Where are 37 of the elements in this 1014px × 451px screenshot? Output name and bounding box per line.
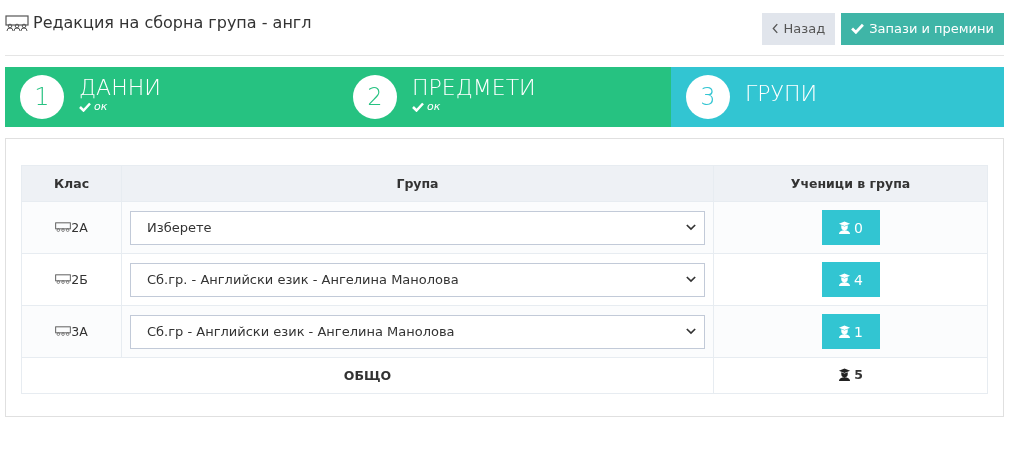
total-students: 5 xyxy=(838,367,863,382)
group-select[interactable]: Сб.гр - Английски език - Ангелина Манолова xyxy=(130,314,705,349)
column-header: Ученици в група xyxy=(713,165,988,202)
column-header: Група xyxy=(121,165,714,202)
class-name: 2Б xyxy=(55,271,88,287)
group-select[interactable]: Сб.гр. - Английски език - Ангелина Манолова xyxy=(130,262,705,297)
step-number: 1 xyxy=(20,75,64,119)
back-button[interactable]: Назад xyxy=(761,12,836,45)
group-select[interactable]: Изберете xyxy=(130,210,705,245)
chevron-down-icon xyxy=(686,276,696,283)
step-label: ГРУПИ xyxy=(745,81,818,107)
class-name: 2А xyxy=(55,219,88,235)
save-button[interactable]: Запази и премини xyxy=(841,12,1004,45)
graduate-icon xyxy=(838,221,852,234)
step-status: ок xyxy=(79,101,161,113)
graduate-icon xyxy=(838,325,852,338)
wizard-step[interactable]: 1 ДАННИ ок xyxy=(5,67,338,127)
step-status: ок xyxy=(412,101,536,113)
check-icon xyxy=(851,23,865,34)
graduate-icon xyxy=(838,273,852,286)
wizard-step[interactable]: 2 ПРЕДМЕТИ ок xyxy=(338,67,671,127)
chevron-down-icon xyxy=(686,328,696,335)
step-number: 3 xyxy=(686,75,730,119)
class-name: 3А xyxy=(55,323,88,339)
students-button[interactable]: 1 xyxy=(821,314,880,349)
students-button[interactable]: 0 xyxy=(821,210,880,245)
total-label: ОБЩО xyxy=(343,368,392,383)
classroom-icon xyxy=(5,14,29,31)
column-header: Клас xyxy=(21,165,122,202)
chevron-down-icon xyxy=(686,224,696,231)
wizard-step[interactable]: 3 ГРУПИ xyxy=(671,67,1004,127)
step-label: ПРЕДМЕТИ xyxy=(412,75,536,101)
step-label: ДАННИ xyxy=(79,75,161,101)
step-number: 2 xyxy=(353,75,397,119)
chevron-left-icon xyxy=(771,23,779,34)
students-button[interactable]: 4 xyxy=(821,262,880,297)
page-title: Редакция на сборна група - англ xyxy=(33,13,312,32)
